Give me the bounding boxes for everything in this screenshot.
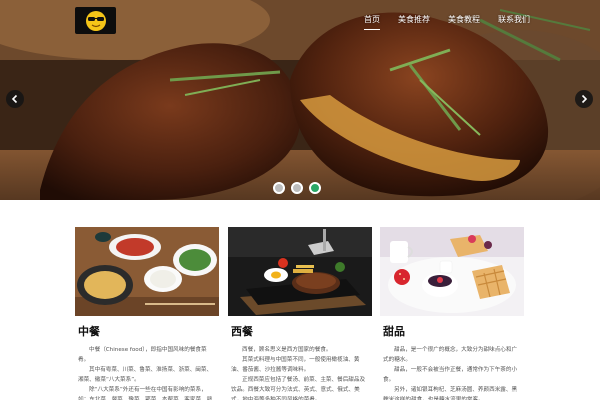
western-food-photo — [228, 227, 372, 316]
site-logo[interactable] — [75, 7, 116, 34]
carousel-next-button[interactable] — [575, 90, 593, 108]
card-description: 甜品，是一个很广的概念，大致分为甜味点心和广式的糖水。 甜品，一般不会被当作正餐… — [380, 345, 524, 400]
card-western-food: 西餐 西餐，顾名思义是西方国家的餐食。 其菜式料理与中国菜不同，一般使用橄榄油、… — [228, 227, 372, 400]
nav-item-home[interactable]: 首页 — [364, 14, 380, 30]
dessert-photo — [380, 227, 524, 316]
card-description: 中餐（Chinese food），即指中国风味的餐食菜肴。 其中有粤菜、川菜、鲁… — [75, 345, 219, 400]
card-chinese-food: 中餐 中餐（Chinese food），即指中国风味的餐食菜肴。 其中有粤菜、川… — [75, 227, 219, 400]
card-title: 西餐 — [231, 325, 253, 338]
hero-carousel: 首页 美食推荐 美食教程 联系我们 — [0, 0, 600, 200]
main-nav: 首页 美食推荐 美食教程 联系我们 — [346, 14, 530, 30]
card-desserts: 甜品 甜品，是一个很广的概念，大致分为甜味点心和广式的糖水。 甜品，一般不会被当… — [380, 227, 524, 400]
chevron-left-icon — [11, 94, 18, 104]
nav-item-recommended-food[interactable]: 美食推荐 — [398, 14, 430, 30]
carousel-dot-1[interactable] — [273, 182, 285, 194]
card-paragraph: 正规西菜应包括了餐汤、前菜、主菜、餐后甜品及饮品。西餐大致可分为法式、英式、意式… — [231, 377, 366, 400]
card-paragraph: 另外，诸如银耳枸杞、芝麻汤圆、养颜西米露、黑糯米这样的甜食，也是糖水流里的常客。 — [383, 387, 518, 400]
card-paragraph: 除“八大菜系”外还有一些在中国有影响的菜系，如：东北菜、冀菜、豫菜、鄂菜、本帮菜… — [78, 387, 213, 400]
card-title: 甜品 — [383, 325, 405, 338]
carousel-prev-button[interactable] — [6, 90, 24, 108]
chinese-food-photo — [75, 227, 219, 316]
sunglasses-emoji-icon — [85, 10, 106, 31]
chevron-right-icon — [581, 94, 588, 104]
card-paragraph: 其中有粤菜、川菜、鲁菜、淮扬菜、浙菜、闽菜、湘菜、徽菜“八大菜系”。 — [78, 367, 213, 383]
nav-item-food-tutorials[interactable]: 美食教程 — [448, 14, 480, 30]
nav-item-contact-us[interactable]: 联系我们 — [498, 14, 530, 30]
card-title: 中餐 — [78, 325, 100, 338]
card-paragraph: 西餐，顾名思义是西方国家的餐食。 — [242, 347, 332, 353]
card-paragraph: 中餐（Chinese food），即指中国风味的餐食菜肴。 — [78, 347, 207, 363]
carousel-indicators — [273, 182, 321, 194]
card-paragraph: 其菜式料理与中国菜不同，一般使用橄榄油、黄油、番茄酱、沙拉酱等调味料。 — [231, 357, 360, 373]
card-description: 西餐，顾名思义是西方国家的餐食。 其菜式料理与中国菜不同，一般使用橄榄油、黄油、… — [228, 345, 372, 400]
carousel-dot-2[interactable] — [291, 182, 303, 194]
card-paragraph: 甜品，是一个很广的概念，大致分为甜味点心和广式的糖水。 — [383, 347, 518, 363]
card-paragraph: 甜品，一般不会被当作正餐，通常作为下午茶的小食。 — [383, 367, 518, 383]
carousel-dot-3[interactable] — [309, 182, 321, 194]
